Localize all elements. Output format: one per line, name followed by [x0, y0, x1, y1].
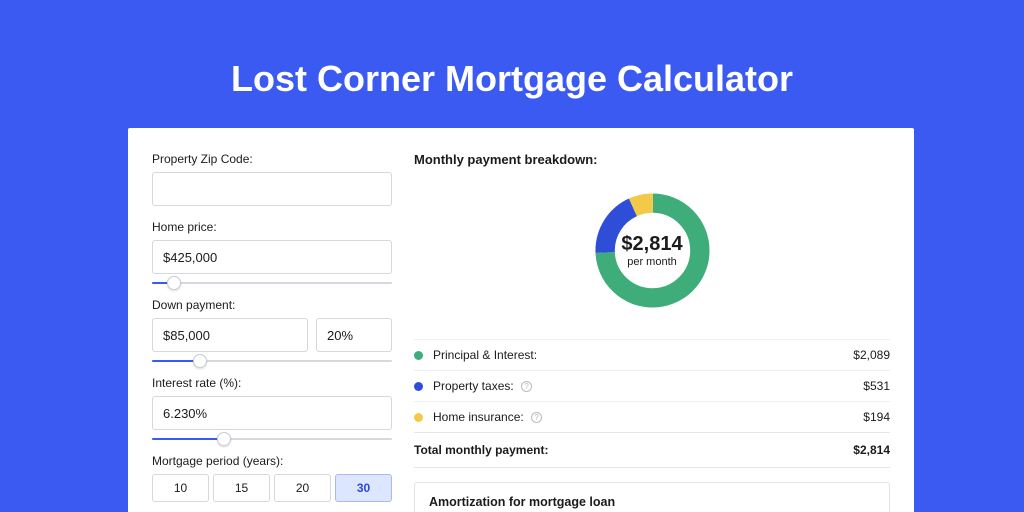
period-option-10[interactable]: 10: [152, 474, 209, 502]
period-label: Mortgage period (years):: [152, 454, 392, 468]
breakdown-label: Home insurance: ?: [433, 410, 863, 424]
down-payment-slider[interactable]: [152, 360, 392, 362]
inputs-column: Property Zip Code: Home price: Down paym…: [152, 152, 392, 512]
info-icon[interactable]: ?: [531, 412, 542, 423]
amortization-card: Amortization for mortgage loan Amortizat…: [414, 482, 890, 512]
slider-thumb[interactable]: [167, 276, 181, 290]
breakdown-row-insurance: Home insurance: ?$194: [414, 401, 890, 432]
down-payment-field: Down payment:: [152, 298, 392, 362]
breakdown-heading: Monthly payment breakdown:: [414, 152, 890, 167]
period-field: Mortgage period (years): 10152030: [152, 454, 392, 502]
home-price-field: Home price:: [152, 220, 392, 284]
interest-rate-slider[interactable]: [152, 438, 392, 440]
zip-field: Property Zip Code:: [152, 152, 392, 206]
down-payment-amount-input[interactable]: [152, 318, 308, 352]
legend-dot-principal: [414, 351, 423, 360]
slider-thumb[interactable]: [217, 432, 231, 446]
breakdown-column: Monthly payment breakdown: $2,814 per mo…: [414, 152, 890, 512]
home-price-input[interactable]: [152, 240, 392, 274]
down-payment-label: Down payment:: [152, 298, 392, 312]
amortization-heading: Amortization for mortgage loan: [429, 495, 875, 509]
donut-sub: per month: [621, 256, 682, 268]
donut-center: $2,814 per month: [621, 233, 682, 268]
slider-thumb[interactable]: [193, 354, 207, 368]
zip-input[interactable]: [152, 172, 392, 206]
info-icon[interactable]: ?: [521, 381, 532, 392]
interest-rate-field: Interest rate (%):: [152, 376, 392, 440]
home-price-label: Home price:: [152, 220, 392, 234]
page-title: Lost Corner Mortgage Calculator: [0, 0, 1024, 118]
interest-rate-input[interactable]: [152, 396, 392, 430]
donut-amount: $2,814: [621, 233, 682, 256]
breakdown-row-taxes: Property taxes: ?$531: [414, 370, 890, 401]
period-option-30[interactable]: 30: [335, 474, 392, 502]
zip-label: Property Zip Code:: [152, 152, 392, 166]
legend-dot-taxes: [414, 382, 423, 391]
calculator-card: Property Zip Code: Home price: Down paym…: [128, 128, 914, 512]
breakdown-list: Principal & Interest:$2,089Property taxe…: [414, 339, 890, 468]
breakdown-row-total: Total monthly payment:$2,814: [414, 432, 890, 468]
breakdown-label: Principal & Interest:: [433, 348, 853, 362]
down-payment-pct-input[interactable]: [316, 318, 392, 352]
breakdown-label: Property taxes: ?: [433, 379, 863, 393]
home-price-slider[interactable]: [152, 282, 392, 284]
breakdown-total-label: Total monthly payment:: [414, 443, 853, 457]
breakdown-value: $531: [863, 379, 890, 393]
interest-rate-label: Interest rate (%):: [152, 376, 392, 390]
breakdown-row-principal: Principal & Interest:$2,089: [414, 339, 890, 370]
period-option-20[interactable]: 20: [274, 474, 331, 502]
breakdown-total-value: $2,814: [853, 443, 890, 457]
legend-dot-insurance: [414, 413, 423, 422]
period-option-15[interactable]: 15: [213, 474, 270, 502]
breakdown-value: $2,089: [853, 348, 890, 362]
donut-chart: $2,814 per month: [414, 175, 890, 325]
breakdown-value: $194: [863, 410, 890, 424]
